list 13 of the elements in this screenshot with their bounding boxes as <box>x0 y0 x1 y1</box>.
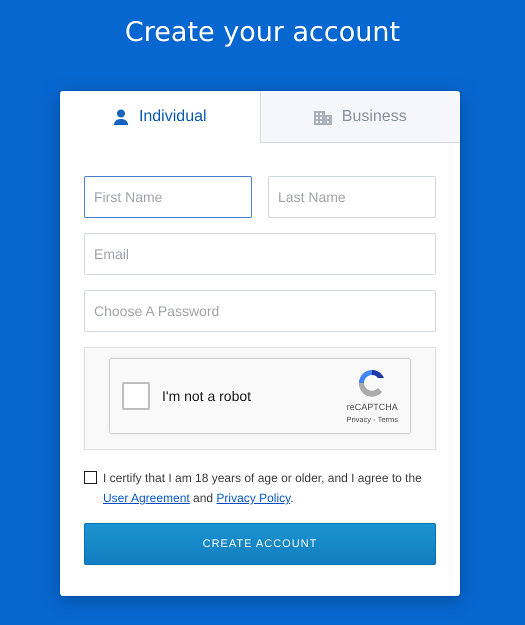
privacy-policy-link[interactable]: Privacy Policy <box>216 491 290 505</box>
captcha-label: I'm not a robot <box>162 386 252 406</box>
agreement-checkbox[interactable] <box>84 471 97 484</box>
building-icon <box>314 108 332 124</box>
input-field[interactable]: First Name <box>84 176 252 218</box>
page-title: Create your account <box>124 16 402 50</box>
captcha-checkbox[interactable] <box>122 382 150 410</box>
user-agreement-link[interactable]: User Agreement <box>103 491 190 505</box>
account-type-tab[interactable]: Individual <box>60 91 260 143</box>
create-account-button[interactable]: CREATE ACCOUNT <box>84 523 436 565</box>
recaptcha-brand: reCAPTCHA <box>346 400 398 414</box>
person-icon <box>112 109 129 125</box>
agreement-text: I certify that I am 18 years of age or older, and I agree to the User Agreement and Privacy Policy. <box>103 470 423 507</box>
